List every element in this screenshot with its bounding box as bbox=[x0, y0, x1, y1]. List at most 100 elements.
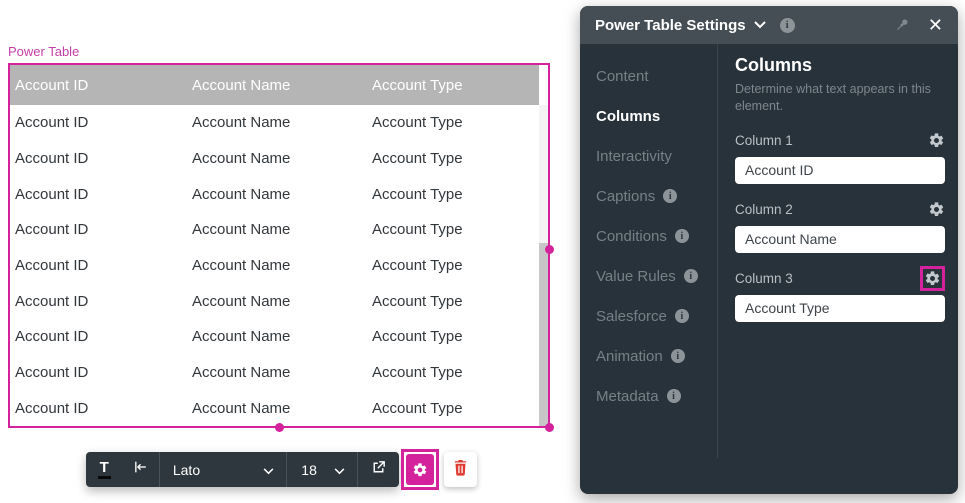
sidebar-item-columns[interactable]: Columns bbox=[580, 96, 718, 136]
table-cell: Account Type bbox=[372, 364, 539, 381]
table-cell: Account Name bbox=[192, 186, 372, 203]
trash-icon bbox=[453, 459, 468, 481]
open-external-button[interactable] bbox=[358, 452, 399, 487]
column-1-gear-icon[interactable] bbox=[928, 132, 945, 149]
table-cell: Account ID bbox=[15, 328, 192, 345]
table-cell: Account Name bbox=[192, 400, 372, 417]
info-icon: i bbox=[684, 269, 698, 283]
table-row: Account ID Account Name Account Type bbox=[10, 212, 539, 248]
table-cell: Account Type bbox=[372, 257, 539, 274]
table-row: Account ID Account Name Account Type bbox=[10, 248, 539, 284]
font-family-select[interactable]: Lato bbox=[160, 452, 286, 487]
table-cell: Account Name bbox=[192, 221, 372, 238]
table-cell: Account ID bbox=[15, 257, 192, 274]
sidebar-item-label: Metadata bbox=[596, 388, 659, 405]
format-toolbar: T Lato 18 bbox=[86, 452, 399, 487]
table-cell: Account Name bbox=[192, 150, 372, 167]
table-header-cell: Account Type bbox=[372, 77, 539, 94]
align-left-icon bbox=[132, 459, 149, 480]
close-icon[interactable]: ✕ bbox=[928, 16, 943, 34]
text-color-icon: T bbox=[98, 461, 111, 479]
section-description: Determine what text appears in this elem… bbox=[735, 81, 945, 115]
table-cell: Account ID bbox=[15, 150, 192, 167]
font-family-value: Lato bbox=[173, 462, 200, 478]
font-size-value: 18 bbox=[301, 462, 317, 478]
table-cell: Account Type bbox=[372, 114, 539, 131]
text-color-button[interactable]: T bbox=[86, 452, 122, 487]
info-icon: i bbox=[671, 349, 685, 363]
info-icon: i bbox=[667, 389, 681, 403]
sidebar-item-interactivity[interactable]: Interactivity bbox=[580, 136, 718, 176]
table-cell: Account Type bbox=[372, 328, 539, 345]
sidebar-item-label: Value Rules bbox=[596, 268, 676, 285]
table-row: Account ID Account Name Account Type bbox=[10, 105, 539, 141]
table-header-cell: Account ID bbox=[15, 77, 192, 94]
chevron-down-icon bbox=[334, 462, 345, 478]
pin-icon[interactable] bbox=[894, 17, 910, 33]
table-row: Account ID Account Name Account Type bbox=[10, 141, 539, 177]
settings-panel: Power Table Settings i ✕ Content Columns… bbox=[580, 6, 958, 494]
sidebar-item-label: Conditions bbox=[596, 228, 667, 245]
info-icon: i bbox=[675, 309, 689, 323]
align-left-button[interactable] bbox=[122, 452, 158, 487]
panel-header[interactable]: Power Table Settings i ✕ bbox=[580, 6, 958, 44]
table-cell: Account Name bbox=[192, 364, 372, 381]
sidebar-item-captions[interactable]: Captions i bbox=[580, 176, 718, 216]
table-row: Account ID Account Name Account Type bbox=[10, 176, 539, 212]
chevron-down-icon[interactable] bbox=[754, 21, 766, 29]
column-3-input[interactable] bbox=[735, 295, 945, 322]
sidebar-item-label: Content bbox=[596, 68, 649, 85]
font-size-select[interactable]: 18 bbox=[287, 452, 356, 487]
sidebar-item-label: Captions bbox=[596, 188, 655, 205]
external-link-icon bbox=[370, 459, 387, 481]
sidebar-item-conditions[interactable]: Conditions i bbox=[580, 216, 718, 256]
sidebar-item-animation[interactable]: Animation i bbox=[580, 336, 718, 376]
table-scrollbar[interactable] bbox=[539, 105, 548, 426]
resize-handle-bottom[interactable] bbox=[275, 423, 284, 432]
section-heading: Columns bbox=[735, 54, 945, 76]
column-3-gear-highlight bbox=[920, 266, 945, 291]
info-icon: i bbox=[675, 229, 689, 243]
column-3-gear-icon[interactable] bbox=[924, 270, 941, 287]
panel-title: Power Table Settings bbox=[595, 17, 746, 34]
table-cell: Account Name bbox=[192, 114, 372, 131]
sidebar-item-label: Interactivity bbox=[596, 148, 672, 165]
table-row: Account ID Account Name Account Type bbox=[10, 283, 539, 319]
table-cell: Account Type bbox=[372, 150, 539, 167]
power-table-element[interactable]: Account ID Account Name Account Type Acc… bbox=[8, 63, 550, 428]
sidebar-item-label: Salesforce bbox=[596, 308, 667, 325]
delete-element-button[interactable] bbox=[444, 452, 477, 487]
table-scrollbar-thumb[interactable] bbox=[539, 243, 548, 426]
sidebar-item-label: Columns bbox=[596, 108, 660, 125]
sidebar-item-metadata[interactable]: Metadata i bbox=[580, 376, 718, 416]
table-row: Account ID Account Name Account Type bbox=[10, 390, 539, 426]
table-cell: Account ID bbox=[15, 186, 192, 203]
table-cell: Account Type bbox=[372, 221, 539, 238]
sidebar-item-salesforce[interactable]: Salesforce i bbox=[580, 296, 718, 336]
sidebar-item-content[interactable]: Content bbox=[580, 56, 718, 96]
table-cell: Account Type bbox=[372, 400, 539, 417]
resize-handle-right[interactable] bbox=[545, 245, 554, 254]
element-settings-button-highlighted[interactable] bbox=[401, 449, 439, 490]
table-body: Account ID Account Name Account Type Acc… bbox=[10, 105, 539, 426]
column-1-label: Column 1 bbox=[735, 133, 793, 148]
table-cell: Account ID bbox=[15, 400, 192, 417]
column-2-input[interactable] bbox=[735, 226, 945, 253]
panel-body: Content Columns Interactivity Captions i… bbox=[580, 44, 958, 494]
column-1-input[interactable] bbox=[735, 157, 945, 184]
table-header-cell: Account Name bbox=[192, 77, 372, 94]
gear-icon bbox=[406, 454, 434, 485]
element-label: Power Table bbox=[8, 44, 79, 59]
info-icon: i bbox=[663, 189, 677, 203]
chevron-down-icon bbox=[263, 462, 274, 478]
table-cell: Account Type bbox=[372, 186, 539, 203]
info-icon: i bbox=[780, 18, 795, 33]
table-header-row: Account ID Account Name Account Type bbox=[10, 65, 539, 105]
resize-handle-bottom-right[interactable] bbox=[545, 423, 554, 432]
table-cell: Account ID bbox=[15, 293, 192, 310]
column-2-gear-icon[interactable] bbox=[928, 201, 945, 218]
column-3-label: Column 3 bbox=[735, 271, 793, 286]
column-1-field: Column 1 bbox=[735, 129, 945, 184]
sidebar-item-value-rules[interactable]: Value Rules i bbox=[580, 256, 718, 296]
sidebar-item-label: Animation bbox=[596, 348, 663, 365]
